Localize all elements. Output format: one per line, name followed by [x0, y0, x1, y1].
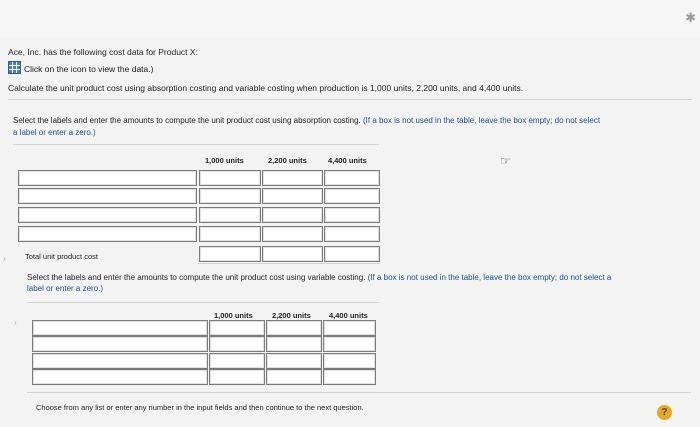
variable-instruction-line1: Select the labels and enter the amounts … [27, 273, 611, 282]
data-link-text[interactable]: Click on the icon to view the data.) [24, 64, 153, 74]
abs-label-select-row-4[interactable] [18, 226, 197, 242]
chevron-right-icon: › [3, 254, 6, 263]
abs-amount-input-r1-c1[interactable] [199, 170, 261, 186]
abs-label-select-row-1[interactable] [18, 170, 197, 186]
var-amount-input-r4-c1[interactable] [209, 369, 265, 385]
abs-label-select-row-2[interactable] [18, 188, 197, 204]
footer-rule [27, 392, 691, 393]
abs-amount-input-r3-c1[interactable] [199, 207, 261, 223]
var-amount-input-r3-c2[interactable] [266, 353, 322, 369]
var-amount-input-r1-c1[interactable] [209, 320, 265, 336]
var-amount-input-r2-c2[interactable] [266, 336, 322, 352]
absorption-note-b: a label or enter a zero.) [13, 128, 96, 137]
var-amount-input-r1-c2[interactable] [266, 320, 322, 336]
var-label-select-row-3[interactable] [32, 353, 208, 369]
top-bar [0, 0, 700, 38]
abs-total-input-c3[interactable] [324, 246, 380, 262]
abs-amount-input-r2-c2[interactable] [262, 188, 323, 204]
chevron-right-icon: › [14, 318, 17, 327]
variable-note-b: label or enter a zero.) [27, 284, 104, 293]
abs-col-4400: 4,400 units [328, 156, 367, 165]
abs-amount-input-r3-c2[interactable] [262, 207, 323, 223]
var-amount-input-r2-c3[interactable] [323, 336, 376, 352]
var-col-4400: 4,400 units [329, 311, 368, 320]
abs-amount-input-r1-c2[interactable] [262, 170, 323, 186]
abs-amount-input-r4-c2[interactable] [262, 226, 323, 242]
table-top-rule [13, 144, 379, 145]
abs-amount-input-r3-c3[interactable] [324, 207, 380, 223]
problem-text: Ace, Inc. has the following cost data fo… [8, 47, 198, 57]
absorption-instruction: Select the labels and enter the amounts … [13, 116, 361, 125]
footer-hint: Choose from any list or enter any number… [36, 403, 364, 412]
var-amount-input-r4-c3[interactable] [323, 369, 376, 385]
variable-note-a: (If a box is not used in the table, leav… [367, 273, 612, 282]
absorption-note-a: (If a box is not used in the table, leav… [363, 116, 601, 125]
abs-amount-input-r2-c1[interactable] [199, 188, 261, 204]
abs-amount-input-r2-c3[interactable] [324, 188, 380, 204]
total-unit-cost-label: Total unit product cost [25, 252, 98, 261]
abs-amount-input-r1-c3[interactable] [324, 170, 380, 186]
abs-col-1000: 1,000 units [205, 156, 244, 165]
var-amount-input-r3-c3[interactable] [323, 353, 376, 369]
var-label-select-row-2[interactable] [32, 336, 208, 352]
var-amount-input-r3-c1[interactable] [209, 353, 265, 369]
var-amount-input-r1-c3[interactable] [323, 320, 376, 336]
var-amount-input-r2-c1[interactable] [209, 336, 265, 352]
hand-pointer-icon: ☞ [500, 154, 511, 168]
absorption-instruction-line1: Select the labels and enter the amounts … [13, 116, 600, 125]
abs-total-input-c2[interactable] [262, 246, 323, 262]
abs-col-2200: 2,200 units [268, 156, 307, 165]
divider [8, 99, 692, 100]
star-icon[interactable]: ✱ [685, 10, 696, 26]
question-text: Calculate the unit product cost using ab… [8, 83, 524, 93]
var-col-1000: 1,000 units [214, 311, 253, 320]
question-mark-icon[interactable]: ? [657, 405, 672, 420]
abs-amount-input-r4-c1[interactable] [199, 226, 261, 242]
var-label-select-row-4[interactable] [32, 369, 208, 385]
abs-total-input-c1[interactable] [199, 246, 261, 262]
variable-instruction: Select the labels and enter the amounts … [27, 273, 366, 282]
data-link-row[interactable]: Click on the icon to view the data.) [8, 61, 153, 74]
var-col-2200: 2,200 units [272, 311, 311, 320]
abs-amount-input-r4-c3[interactable] [324, 226, 380, 242]
var-amount-input-r4-c2[interactable] [266, 369, 322, 385]
abs-label-select-row-3[interactable] [18, 207, 197, 223]
table-grid-icon[interactable] [8, 61, 21, 74]
total-rule [198, 263, 380, 264]
var-table-top-rule [27, 302, 379, 303]
var-label-select-row-1[interactable] [32, 320, 208, 336]
